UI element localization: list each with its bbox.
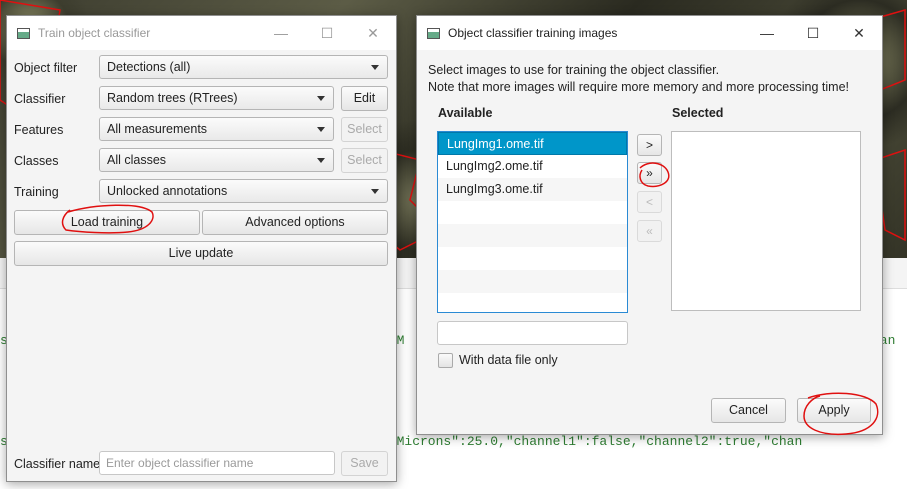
minimize-button[interactable]: — [258, 16, 304, 50]
code-line: zeMicrons":25.0,"channel1":false,"channe… [381, 434, 803, 449]
cancel-button[interactable]: Cancel [711, 398, 786, 423]
title-bar[interactable]: Train object classifier — ☐ ✕ [7, 16, 396, 50]
chevron-down-icon [317, 96, 325, 101]
description-line-2: Note that more images will require more … [428, 80, 849, 94]
apply-button[interactable]: Apply [797, 398, 871, 423]
with-data-file-label: With data file only [459, 353, 558, 367]
chevron-down-icon [371, 65, 379, 70]
classifier-value: Random trees (RTrees) [107, 91, 238, 105]
classifier-label: Classifier [14, 92, 66, 106]
list-item[interactable]: LungImg2.ome.tif [438, 155, 627, 178]
move-all-right-button[interactable]: » [637, 162, 662, 184]
features-value: All measurements [107, 122, 208, 136]
empty-row [438, 270, 627, 293]
filter-input[interactable] [437, 321, 628, 345]
classes-value: All classes [107, 153, 167, 167]
title-bar[interactable]: Object classifier training images — ☐ ✕ [417, 16, 882, 50]
select-features-button[interactable]: Select [341, 117, 388, 142]
training-combo[interactable]: Unlocked annotations [99, 179, 388, 203]
object-filter-value: Detections (all) [107, 60, 191, 74]
classifier-combo[interactable]: Random trees (RTrees) [99, 86, 334, 110]
empty-row [438, 247, 627, 270]
window-title: Object classifier training images [448, 26, 618, 40]
empty-row [438, 201, 627, 224]
training-images-dialog: Object classifier training images — ☐ ✕ … [416, 15, 883, 435]
edit-classifier-button[interactable]: Edit [341, 86, 388, 111]
app-icon [427, 27, 440, 39]
minimize-button[interactable]: — [744, 16, 790, 50]
maximize-button[interactable]: ☐ [304, 16, 350, 50]
app-icon [17, 27, 30, 39]
move-all-left-button[interactable]: « [637, 220, 662, 242]
chevron-down-icon [317, 158, 325, 163]
classes-combo[interactable]: All classes [99, 148, 334, 172]
training-label: Training [14, 185, 59, 199]
advanced-options-button[interactable]: Advanced options [202, 210, 388, 235]
chevron-down-icon [371, 189, 379, 194]
move-right-button[interactable]: > [637, 134, 662, 156]
available-images-list[interactable]: LungImg1.ome.tif LungImg2.ome.tif LungIm… [437, 131, 628, 313]
chevron-down-icon [317, 127, 325, 132]
live-update-button[interactable]: Live update [14, 241, 388, 266]
load-training-button[interactable]: Load training [14, 210, 200, 235]
train-classifier-window: Train object classifier — ☐ ✕ Object fil… [6, 15, 397, 482]
close-button[interactable]: ✕ [836, 16, 882, 50]
close-button[interactable]: ✕ [350, 16, 396, 50]
object-filter-label: Object filter [14, 61, 78, 75]
selected-images-list[interactable] [671, 131, 861, 311]
list-item[interactable]: LungImg3.ome.tif [438, 178, 627, 201]
classifier-name-input[interactable] [99, 451, 335, 475]
with-data-file-checkbox[interactable] [438, 353, 453, 368]
move-left-button[interactable]: < [637, 191, 662, 213]
features-combo[interactable]: All measurements [99, 117, 334, 141]
maximize-button[interactable]: ☐ [790, 16, 836, 50]
empty-row [438, 224, 627, 247]
training-value: Unlocked annotations [107, 184, 228, 198]
select-classes-button[interactable]: Select [341, 148, 388, 173]
classifier-name-label: Classifier name [14, 457, 101, 471]
window-title: Train object classifier [38, 26, 151, 40]
save-classifier-button[interactable]: Save [341, 451, 388, 476]
features-label: Features [14, 123, 64, 137]
description-line-1: Select images to use for training the ob… [428, 63, 720, 77]
empty-row [438, 293, 627, 312]
selected-header: Selected [672, 106, 724, 120]
object-filter-combo[interactable]: Detections (all) [99, 55, 388, 79]
classes-label: Classes [14, 154, 59, 168]
available-header: Available [438, 106, 493, 120]
list-item[interactable]: LungImg1.ome.tif [438, 132, 627, 155]
